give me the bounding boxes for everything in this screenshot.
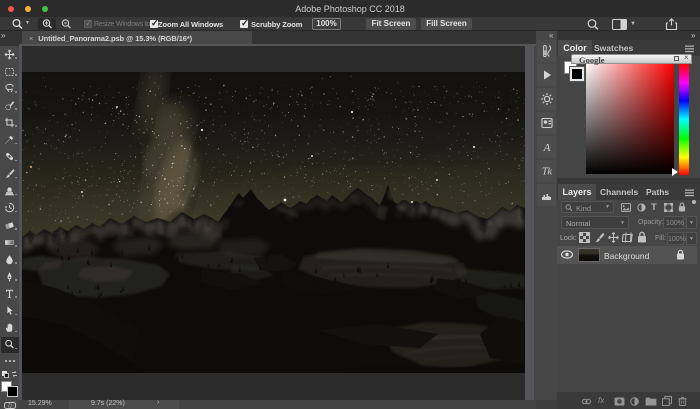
- svg-text:A: A: [543, 142, 551, 154]
- svg-text:Tk: Tk: [542, 167, 553, 178]
